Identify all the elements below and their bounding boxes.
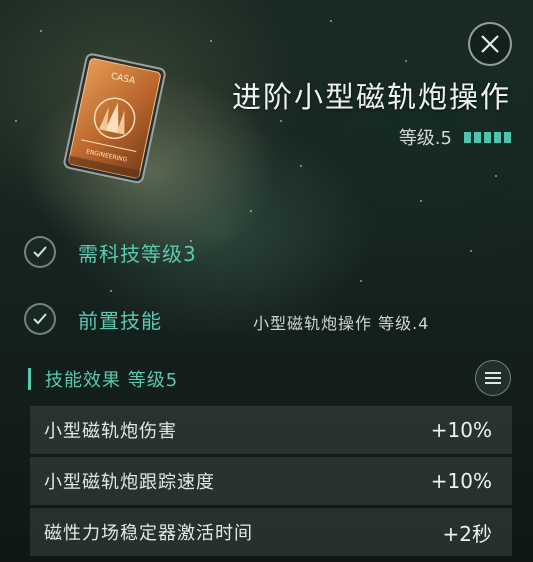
skill-title: 进阶小型磁轨炮操作 <box>231 80 511 114</box>
level-pip <box>504 131 511 143</box>
level-pip <box>484 131 491 143</box>
effect-value: +2秒 <box>442 521 492 546</box>
effects-list: 小型磁轨炮伤害 +10% 小型磁轨炮跟踪速度 +10% 磁性力场稳定器激活时间 … <box>30 406 512 559</box>
effects-section-title: 技能效果 等级5 <box>45 370 179 391</box>
effect-row: 磁性力场稳定器激活时间 +2秒 <box>30 508 512 556</box>
requirement-label: 前置技能 <box>78 308 162 333</box>
section-accent-bar <box>28 368 31 390</box>
skill-level-pips <box>464 131 511 143</box>
effect-name: 小型磁轨炮伤害 <box>44 421 177 442</box>
prereq-skill-value: 小型磁轨炮操作 等级.4 <box>253 314 430 333</box>
effect-row: 小型磁轨炮跟踪速度 +10% <box>30 457 512 505</box>
check-icon <box>24 303 56 335</box>
level-pip <box>494 131 501 143</box>
skill-level-label: 等级.5 <box>398 128 452 149</box>
close-button[interactable] <box>468 22 512 66</box>
requirement-tech-level: 需科技等级3 <box>24 236 197 268</box>
effect-value: +10% <box>430 418 492 442</box>
level-pip <box>464 131 471 143</box>
requirement-prereq-skill: 前置技能 <box>24 303 162 335</box>
close-icon <box>481 35 499 53</box>
skill-card-image: CASA ENGINEERING <box>52 46 174 196</box>
effect-value: +10% <box>430 469 492 493</box>
effects-section-header: 技能效果 等级5 <box>28 366 178 392</box>
effect-name: 小型磁轨炮跟踪速度 <box>44 472 215 493</box>
skill-level: 等级.5 <box>399 124 511 150</box>
menu-icon <box>485 372 501 384</box>
effect-name: 磁性力场稳定器激活时间 <box>44 523 253 544</box>
level-pip <box>474 131 481 143</box>
effect-row: 小型磁轨炮伤害 +10% <box>30 406 512 454</box>
menu-button[interactable] <box>475 360 511 396</box>
requirement-label: 需科技等级3 <box>78 241 197 266</box>
check-icon <box>24 236 56 268</box>
